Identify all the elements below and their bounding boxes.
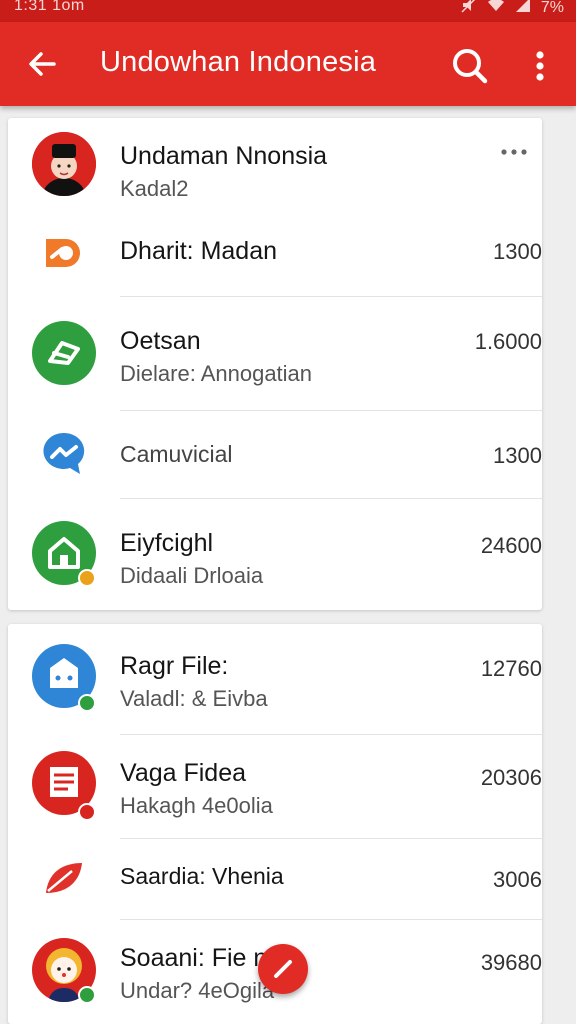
list-item[interactable]: Vaga Fidea Hakagh 4e0olia 20306	[8, 735, 542, 838]
status-badge	[78, 569, 96, 587]
item-value: 1300	[493, 443, 542, 468]
header-subtitle: Kadal2	[120, 176, 189, 201]
item-title: Soaani: Fie nt	[120, 944, 275, 972]
list-item[interactable]: Eiyfcighl Didaali Drloaia 24600	[8, 499, 542, 610]
share-app-icon	[48, 341, 80, 365]
status-badge	[78, 694, 96, 712]
battery-label: 7%	[540, 0, 564, 16]
list-item[interactable]: Saardia: Vhenia 3006	[8, 839, 542, 919]
item-title: Oetsan	[120, 327, 201, 355]
messenger-app-icon	[38, 427, 90, 479]
edit-icon	[274, 960, 292, 978]
person-avatar-icon	[32, 132, 96, 196]
item-value: 20306	[480, 765, 542, 790]
signal-icon	[515, 0, 531, 18]
item-title: Eiyfcighl	[120, 529, 214, 557]
item-value: 3006	[493, 867, 542, 892]
search-icon	[453, 49, 488, 84]
app-bar: Undowhan Indonesia	[0, 22, 576, 106]
mute-icon	[461, 0, 477, 18]
item-subtitle: Valadl: & Eivba	[120, 686, 268, 711]
list-item[interactable]: Ragr File: Valadl: & Eivba 12760	[8, 624, 542, 734]
status-badge	[78, 986, 96, 1004]
status-icons: 7%	[461, 0, 564, 18]
item-title: Camuvicial	[120, 441, 233, 467]
list-item[interactable]: Camuvicial 1300	[8, 411, 542, 498]
wifi-icon	[487, 0, 505, 18]
item-subtitle: Undar? 4eOgila	[120, 978, 275, 1003]
status-bar: 1:31 1om 7%	[0, 0, 576, 22]
overflow-dots-icon	[501, 149, 527, 155]
item-value: 24600	[480, 533, 542, 558]
list-item[interactable]: Oetsan Dielare: Annogatian 1.6000	[8, 297, 542, 410]
row-overflow-button[interactable]	[498, 144, 530, 160]
more-vert-icon	[536, 51, 544, 81]
search-button[interactable]	[448, 44, 492, 88]
leaf-app-icon	[38, 853, 90, 905]
arrow-back-icon	[29, 52, 56, 76]
item-value: 1.6000	[474, 329, 542, 354]
back-button[interactable]	[22, 44, 62, 84]
list-header-row[interactable]: Undaman Nnonsia Kadal2	[8, 118, 542, 213]
avatar	[32, 132, 96, 196]
item-value: 1300	[493, 239, 542, 264]
audio-app-icon	[38, 227, 90, 279]
item-title: Saardia: Vhenia	[120, 863, 284, 889]
item-subtitle: Dielare: Annogatian	[120, 361, 313, 386]
list-item[interactable]: Dharit: Madan 1300	[8, 213, 542, 297]
list-card-1: Undaman Nnonsia Kadal2 Dharit: Madan 130…	[8, 118, 542, 610]
item-value: 39680	[480, 950, 542, 975]
status-badge	[78, 803, 96, 821]
status-time: 1:31 1om	[14, 0, 85, 14]
edit-fab-button[interactable]	[258, 944, 308, 994]
page-title: Undowhan Indonesia	[100, 46, 377, 78]
item-title: Vaga Fidea	[120, 759, 247, 787]
item-subtitle: Hakagh 4e0olia	[120, 793, 273, 818]
item-title: Ragr File:	[120, 652, 229, 680]
more-options-button[interactable]	[526, 46, 554, 86]
avatar	[32, 321, 96, 385]
item-subtitle: Didaali Drloaia	[120, 563, 264, 588]
item-title: Dharit: Madan	[120, 237, 278, 265]
header-title: Undaman Nnonsia	[120, 142, 328, 170]
item-value: 12760	[480, 656, 542, 681]
